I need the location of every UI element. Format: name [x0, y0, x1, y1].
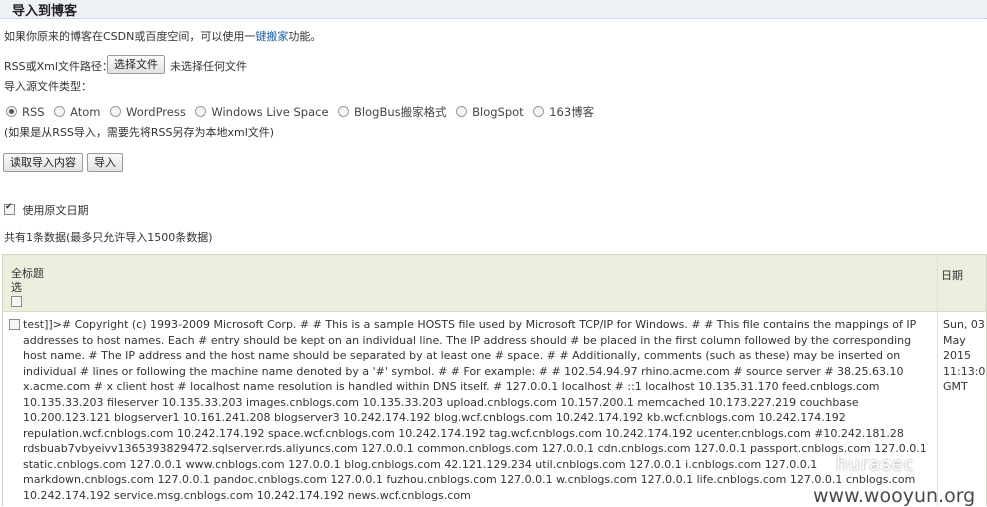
one-click-move-link[interactable]: 键搬家	[255, 30, 288, 43]
radio-wordpress[interactable]: WordPress	[110, 105, 186, 119]
header-title-cell: 全标题 选	[11, 267, 44, 310]
radio-button[interactable]	[533, 106, 545, 117]
intro-prefix: 如果你原来的博客在CSDN或百度空间，可以使用一	[4, 30, 256, 43]
radio-blogspot[interactable]: BlogSpot	[456, 105, 524, 119]
section-title: 导入到博客	[12, 4, 78, 19]
header-select-label: 选	[11, 281, 22, 294]
radio-label: Windows Live Space	[211, 105, 329, 119]
radio-rss[interactable]: RSS	[6, 105, 45, 119]
radio-label: WordPress	[126, 105, 186, 119]
use-original-date-option[interactable]: 使用原文日期	[4, 202, 89, 218]
table-header: 全标题 选 日期	[3, 255, 986, 312]
radio-atom[interactable]: Atom	[54, 105, 101, 119]
radio-blogbus[interactable]: BlogBus搬家格式	[338, 104, 447, 120]
watermark-wooyun: www.wooyun.org	[813, 485, 976, 507]
intro-suffix: 功能。	[288, 30, 322, 43]
header-title-label: 全标题	[11, 267, 44, 280]
radio-button[interactable]	[6, 106, 17, 117]
radio-button[interactable]	[54, 106, 66, 117]
read-import-content-button[interactable]: 读取导入内容	[3, 153, 83, 172]
radio-button[interactable]	[110, 106, 122, 117]
file-path-label: RSS或Xml文件路径：	[4, 60, 113, 73]
source-type-label: 导入源文件类型：	[4, 80, 92, 93]
use-original-date-checkbox[interactable]	[4, 202, 15, 215]
import-button[interactable]: 导入	[87, 153, 123, 172]
radio-button[interactable]	[456, 106, 468, 117]
radio-button[interactable]	[338, 106, 350, 117]
column-divider	[937, 255, 938, 506]
radio-label: 163博客	[549, 105, 595, 119]
choose-file-button[interactable]: 选择文件	[107, 55, 165, 74]
select-all-checkbox[interactable]	[11, 296, 22, 307]
radio-label: BlogBus搬家格式	[354, 105, 447, 119]
row-checkbox[interactable]	[9, 319, 20, 330]
intro-text: 如果你原来的博客在CSDN或百度空间，可以使用一键搬家功能。	[4, 28, 321, 44]
file-status: 未选择任何文件	[170, 60, 247, 73]
row-title-text: test]]># Copyright (c) 1993-2009 Microso…	[23, 318, 927, 502]
section-header: 导入到博客	[0, 0, 987, 19]
radio-163[interactable]: 163博客	[533, 104, 594, 120]
radio-button[interactable]	[195, 106, 207, 117]
radio-label: Atom	[70, 105, 101, 119]
radio-label: BlogSpot	[472, 105, 524, 119]
radio-windows-live-space[interactable]: Windows Live Space	[195, 105, 329, 119]
watermark-hurasec: hurasec	[836, 454, 915, 475]
rss-note: (如果是从RSS导入，需要先将RSS另存为本地xml文件)	[4, 126, 275, 139]
use-original-date-label: 使用原文日期	[22, 204, 89, 217]
source-type-radio-group: RSS Atom WordPress Windows Live Space Bl…	[6, 104, 600, 120]
row-date: Sun, 03 May 2015 11:13:00 GMT	[943, 318, 986, 393]
data-summary: 共有1条数据(最多只允许导入1500条数据)	[4, 231, 213, 244]
radio-label: RSS	[22, 105, 45, 119]
header-date-label: 日期	[941, 269, 963, 282]
